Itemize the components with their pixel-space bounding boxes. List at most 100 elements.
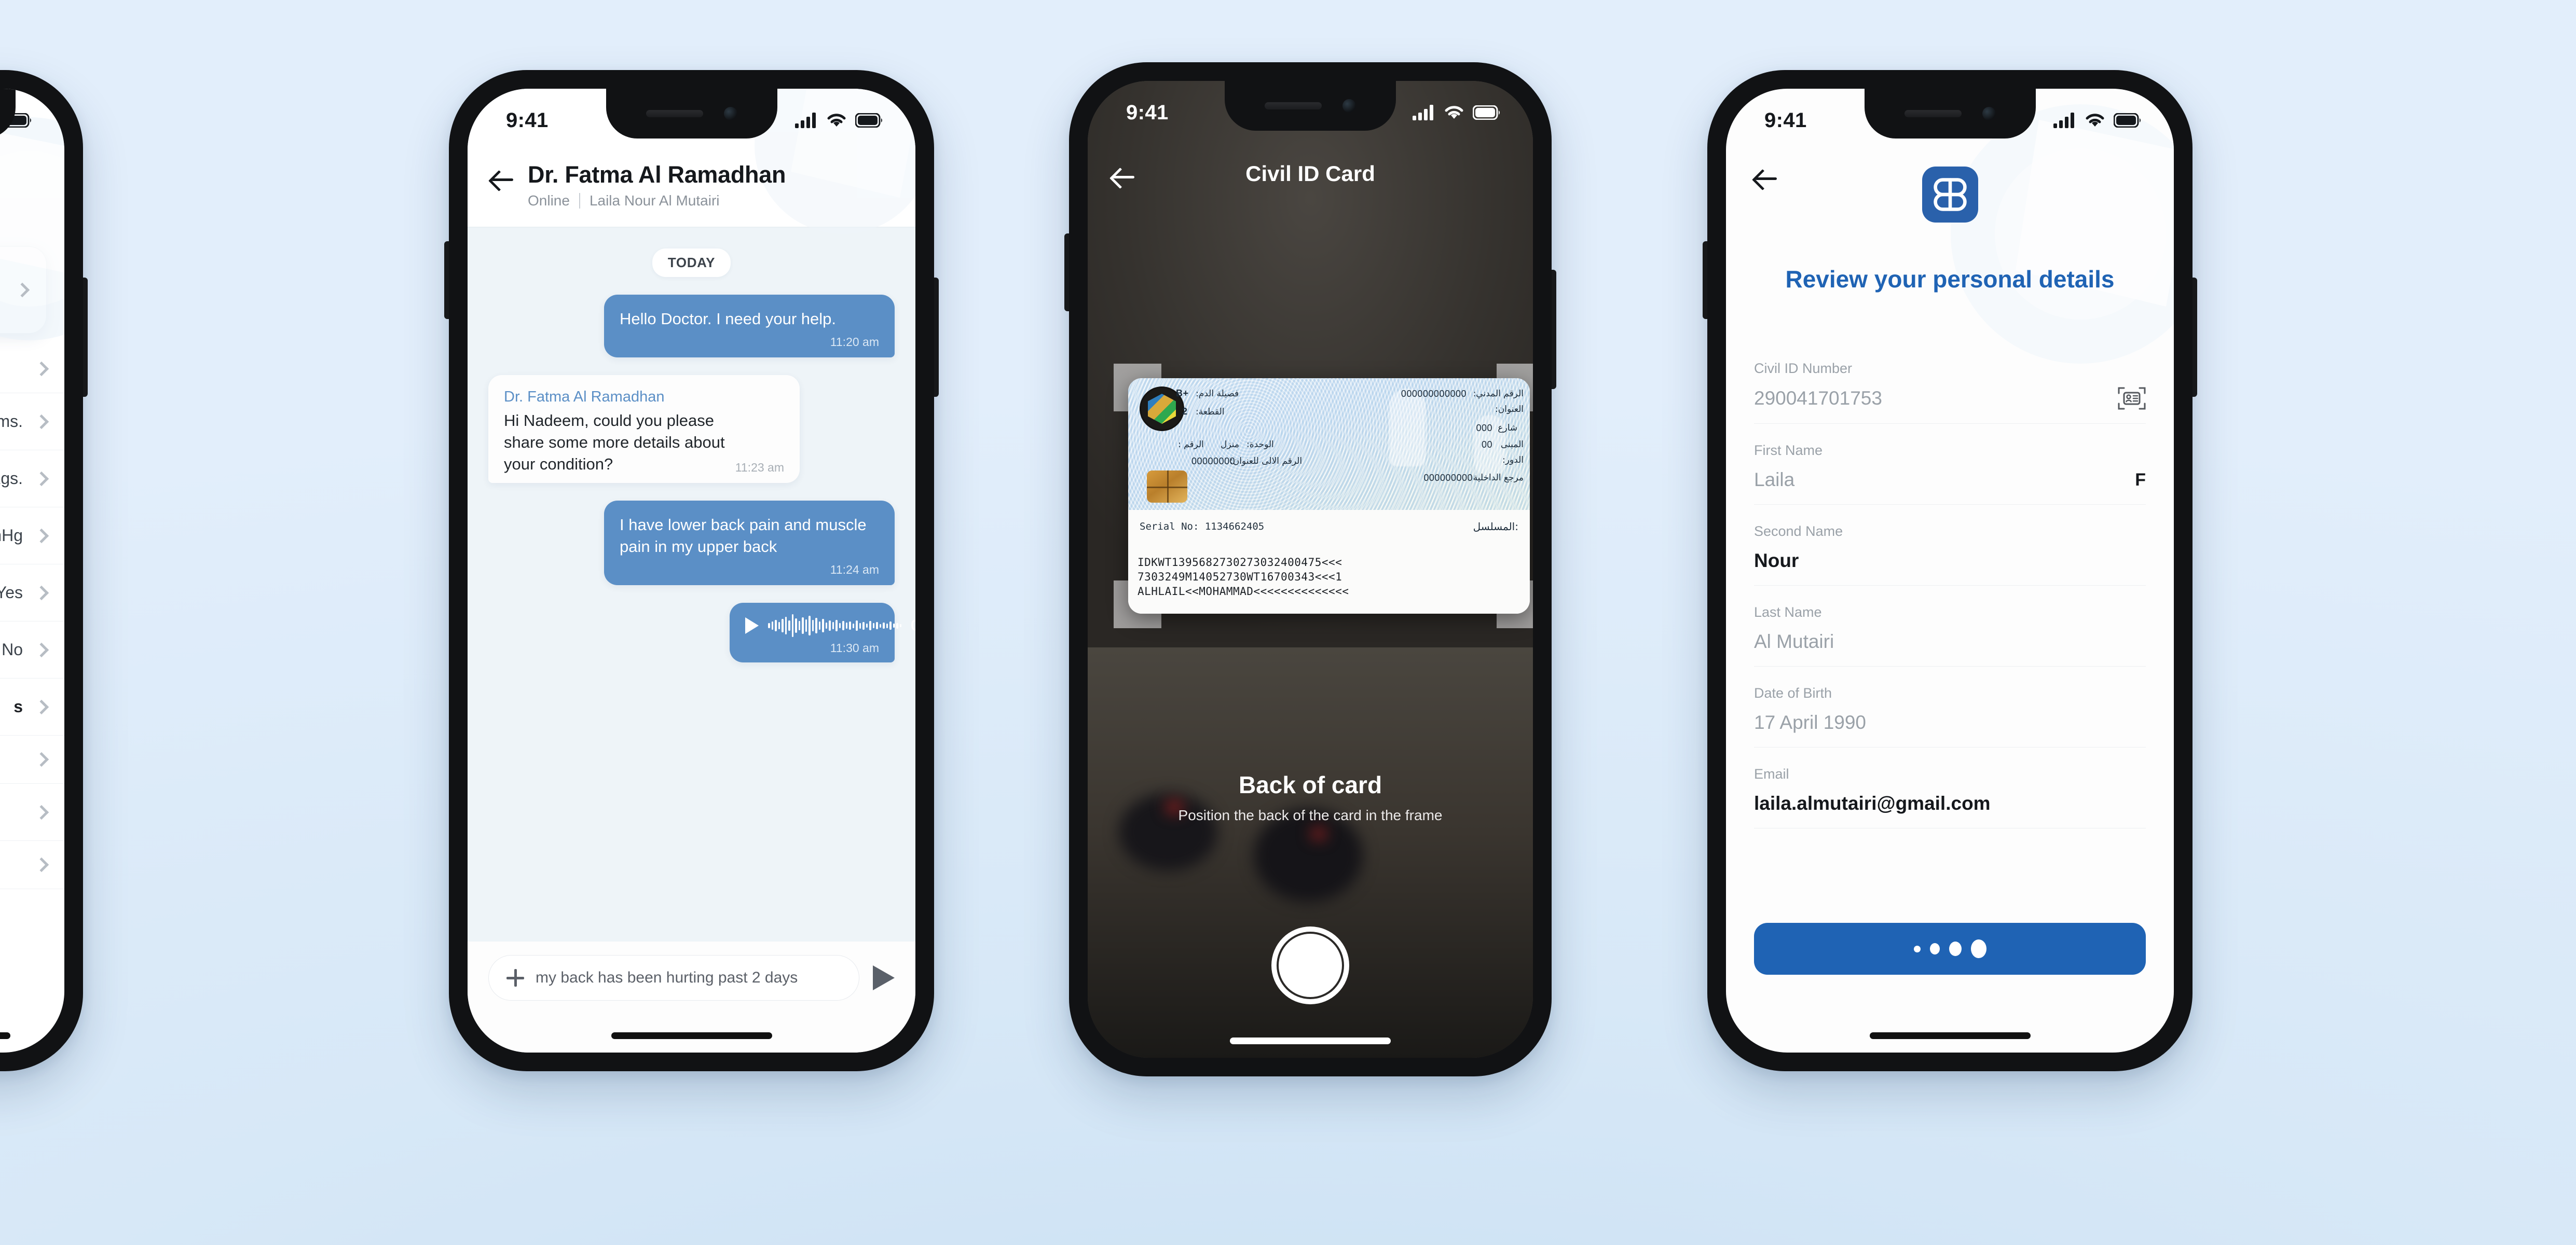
profile-switcher[interactable]: m A Alduaij	[0, 186, 34, 217]
waveform-bar	[778, 622, 780, 630]
field-second-name[interactable]: Second Name Nour	[1754, 518, 2146, 586]
alert-card[interactable]: s (67) ge	[0, 246, 47, 334]
field-row: 290041701753	[1754, 387, 2146, 410]
battery-icon	[855, 113, 882, 128]
waveform-bar	[832, 622, 834, 630]
message-input[interactable]: my back has been hurting past 2 days	[488, 955, 859, 1001]
waveform-bar	[883, 622, 885, 629]
list-item[interactable]: s	[0, 679, 64, 736]
play-icon[interactable]	[745, 617, 759, 634]
voice-duration: 0.52	[911, 617, 915, 634]
waveform-bar	[775, 620, 777, 632]
waveform-bar	[896, 622, 898, 629]
unit-label: الوحدة:	[1246, 439, 1274, 450]
personal-details-form: Civil ID Number 290041701753 First Name …	[1726, 355, 2174, 828]
waveform-bar	[809, 616, 811, 636]
moi-ref-value: 000000000	[1423, 473, 1473, 483]
metric-value: No	[2, 640, 23, 659]
app-logo-icon	[1922, 167, 1978, 223]
field-civil-id-number[interactable]: Civil ID Number 290041701753	[1754, 355, 2146, 424]
list-item[interactable]	[0, 841, 64, 889]
waveform-bar	[771, 621, 773, 630]
message-time: 11:24 am	[830, 563, 879, 577]
voice-message-bubble[interactable]: 0.52 11:30 am	[730, 603, 915, 663]
gender-marker: F	[2135, 469, 2146, 490]
status-icons	[2053, 113, 2142, 128]
chevron-right-icon	[34, 699, 49, 714]
waveform-bar	[879, 624, 881, 628]
field-row: Al Mutairi	[1754, 631, 2146, 653]
back-arrow-icon[interactable]	[490, 168, 514, 191]
message-content-row: Hi Nadeem, could you please share some m…	[504, 410, 784, 475]
camera-shutter-button[interactable]	[1271, 926, 1349, 1004]
page-title: Review your personal details	[1785, 266, 2115, 293]
blood-type-value: B+	[1176, 388, 1189, 398]
field-last-name[interactable]: Last Name Al Mutairi	[1754, 599, 2146, 667]
metric-value: Yes	[0, 583, 23, 602]
front-camera	[1982, 107, 1996, 120]
status-icons	[1413, 105, 1501, 120]
waveform-bar	[849, 621, 851, 630]
message-bubble-outgoing[interactable]: Hello Doctor. I need your help. 11:20 am	[604, 295, 895, 357]
list-item[interactable]: 120/80 mmHg	[0, 507, 64, 564]
list-item[interactable]	[0, 736, 64, 784]
field-value: laila.almutairi@gmail.com	[1754, 793, 1991, 814]
plot-label: القطعة:	[1196, 407, 1225, 417]
waveform-bar	[829, 620, 831, 631]
plus-icon[interactable]	[506, 969, 524, 987]
front-camera	[723, 107, 737, 120]
field-row: laila.almutairi@gmail.com	[1754, 793, 2146, 814]
loading-dot	[1970, 939, 1986, 958]
home-indicator	[0, 1032, 10, 1039]
message-time: 11:30 am	[830, 641, 879, 655]
online-status: Online	[528, 192, 570, 209]
waveform-bar	[798, 621, 800, 631]
field-first-name[interactable]: First Name Laila F	[1754, 437, 2146, 505]
send-icon[interactable]	[873, 965, 895, 990]
list-item[interactable]: 54 Kgs.	[0, 450, 64, 507]
field-date-of-birth[interactable]: Date of Birth 17 April 1990	[1754, 680, 2146, 748]
waveform-bar	[812, 620, 814, 632]
chat-message-list[interactable]: TODAY Hello Doctor. I need your help. 11…	[468, 227, 915, 942]
moi-ref-label: مرجع الداخلية	[1473, 473, 1524, 483]
mrz-line: ALHLAIL<<MOHAMMAD<<<<<<<<<<<<<<	[1138, 585, 1349, 598]
civil-id-card-back: فصيلة الدم: B+ القطعة: 2 الرقم المدني: 0…	[1128, 378, 1530, 614]
status-icons	[795, 113, 883, 128]
status-time: 9:41	[1126, 101, 1169, 124]
wifi-icon	[827, 114, 846, 127]
list-item[interactable]: No	[0, 621, 64, 679]
waveform-bar	[842, 621, 844, 631]
smart-chip	[1147, 471, 1187, 503]
signal-icon	[1413, 105, 1433, 120]
field-email[interactable]: Email laila.almutairi@gmail.com	[1754, 761, 2146, 828]
chat-subtitle: Online Laila Nour Al Mutairi	[528, 192, 786, 209]
day-divider: TODAY	[652, 248, 731, 277]
waveform-bar	[845, 622, 847, 629]
waveform-bar	[782, 619, 784, 633]
list-item[interactable]	[0, 345, 64, 393]
id-scan-icon[interactable]	[2118, 387, 2146, 410]
phone-health-profile: h m A Alduaij s (67) ge 165 cms. 54 Kgs.…	[0, 70, 88, 1071]
id-scan-glyph	[2118, 387, 2146, 410]
shutter-inner	[1279, 934, 1342, 997]
message-bubble-outgoing[interactable]: I have lower back pain and muscle pain i…	[604, 501, 895, 586]
list-item[interactable]: Yes	[0, 564, 64, 621]
address-label: العنوان:	[1495, 404, 1524, 414]
continue-button[interactable]	[1754, 923, 2146, 975]
phone-notch	[1864, 89, 2036, 139]
waveform-bar	[872, 623, 874, 629]
field-label: Email	[1754, 766, 1789, 782]
front-camera	[1342, 99, 1356, 113]
message-bubble-incoming[interactable]: Dr. Fatma Al Ramadhan Hi Nadeem, could y…	[488, 375, 800, 483]
audio-waveform[interactable]	[768, 614, 901, 638]
emblem-shape	[1148, 394, 1176, 424]
phone3-screen: Civil ID Card فصيلة الدم: B+ القطعة: 2 ا…	[1088, 81, 1533, 1058]
list-item[interactable]: iry products, oats, meat...	[0, 784, 64, 841]
phone2-screen: Dr. Fatma Al Ramadhan Online Laila Nour …	[468, 89, 915, 1053]
back-arrow-icon[interactable]	[1112, 165, 1135, 189]
waveform-bar	[869, 621, 871, 631]
waveform-bar	[822, 619, 824, 633]
list-item[interactable]: 165 cms.	[0, 393, 64, 450]
